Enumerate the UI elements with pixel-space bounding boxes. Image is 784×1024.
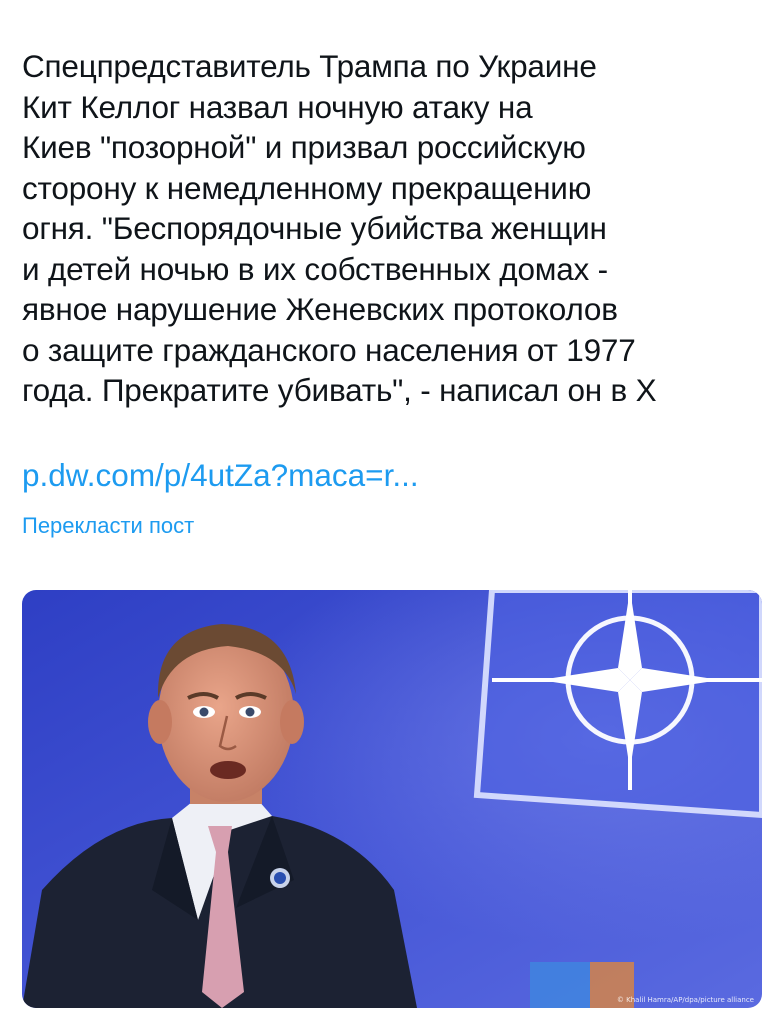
post-text-line: явное нарушение Женевских протоколов <box>22 291 618 327</box>
post-text-line: Киев "позорной" и призвал российскую <box>22 129 586 165</box>
post-text-line: Спецпредставитель Трампа по Украине <box>22 48 597 84</box>
post-text: Спецпредставитель Трампа по Украине Кит … <box>22 46 762 411</box>
post-text-line: огня. "Беспорядочные убийства женщин <box>22 210 607 246</box>
post-text-line: сторону к немедленному прекращению <box>22 169 592 206</box>
photo-credit: © Khalil Hamra/AP/dpa/picture alliance <box>616 996 754 1004</box>
post-text-line: и детей ночью в их собственных домах - <box>22 250 608 287</box>
post-text-line: о защите гражданского населения от 1977 <box>22 331 636 368</box>
post-photo[interactable]: © Khalil Hamra/AP/dpa/picture alliance <box>22 590 762 1008</box>
nato-compass-rose-icon <box>473 590 762 819</box>
translate-post-button[interactable]: Перекласти пост <box>22 512 194 540</box>
photo-illustration <box>22 590 762 1008</box>
post-link[interactable]: p.dw.com/p/4utZa?maca=r... <box>22 455 419 496</box>
post-text-line: года. Прекратите убивать", - написал он … <box>22 372 657 408</box>
lapel-pin-icon <box>270 868 290 888</box>
post-text-line: Кит Келлог назвал ночную атаку на <box>22 88 533 125</box>
